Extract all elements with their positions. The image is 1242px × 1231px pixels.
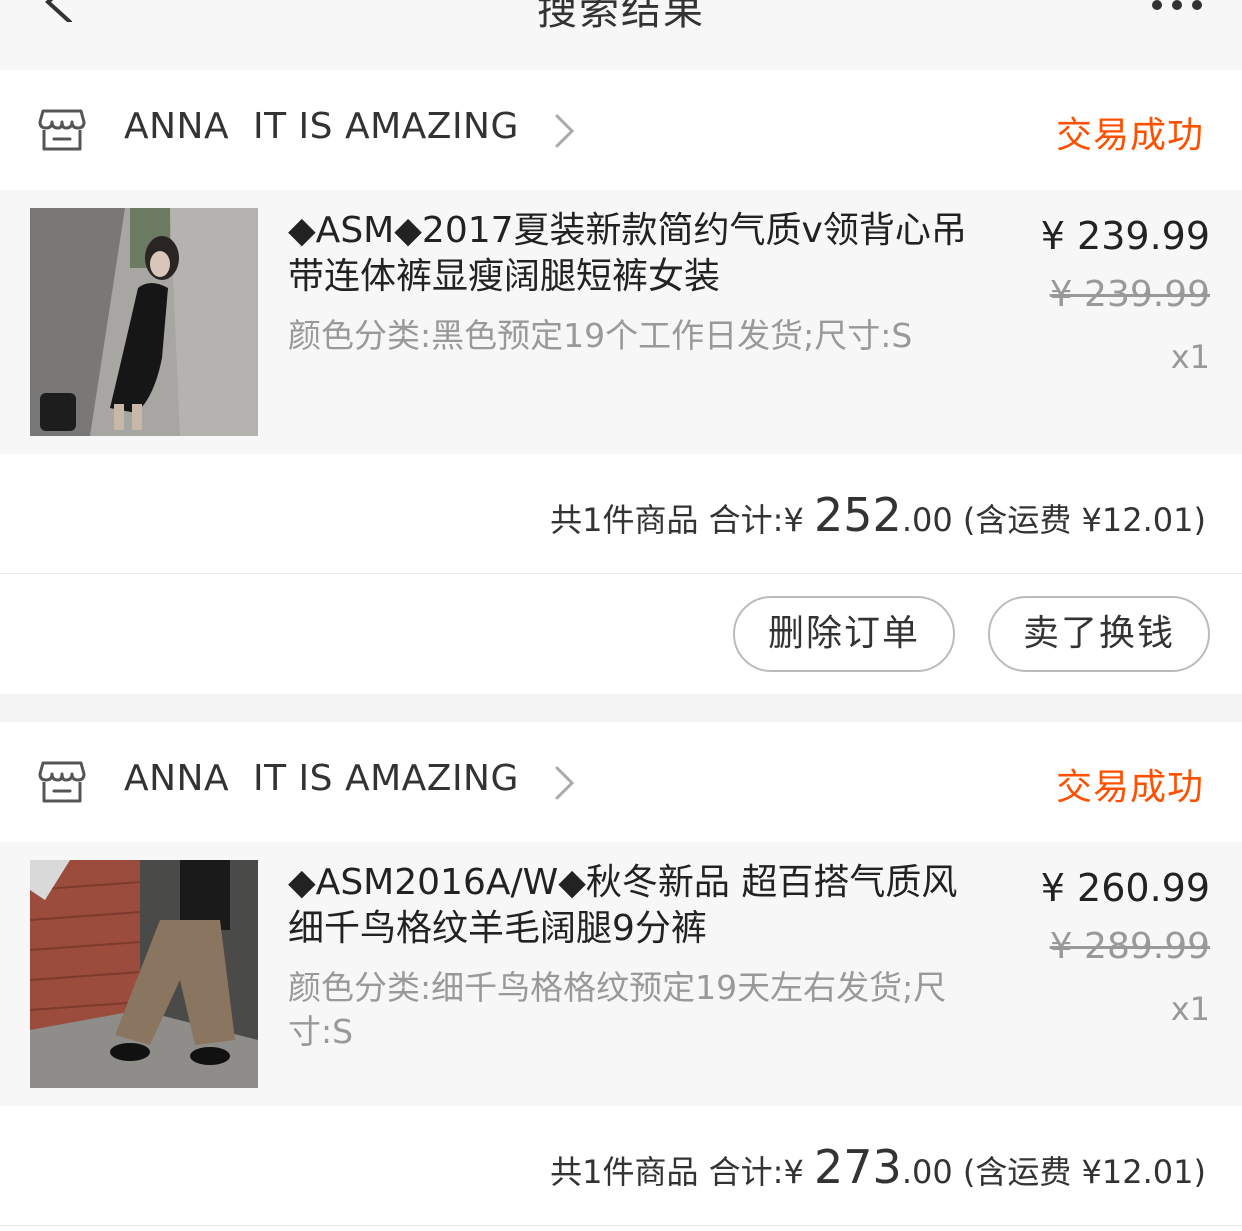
item-count: 共1件商品 [550,1153,699,1191]
order-status: 交易成功 [1055,767,1204,808]
order-total-row: 共1件商品 合计:¥ 252.00 (含运费 ¥12.01) [0,454,1242,574]
product-quantity: x1 [1170,338,1210,376]
more-dots-icon[interactable] [1150,0,1204,14]
shop-name[interactable]: ANNA IT IS AMAZING [124,758,519,799]
product-image[interactable] [30,208,258,436]
order-card: ANNA IT IS AMAZING 交易成功 ◆ASM2016A/W◆秋冬新品… [0,722,1242,1231]
total-amount: 273 [814,1140,902,1194]
item-count: 共1件商品 [550,501,699,539]
chevron-right-icon[interactable] [552,766,578,800]
nav-header: 搜索结果 [0,0,1242,70]
order-item[interactable]: ◆ASM2016A/W◆秋冬新品 超百搭气质风 细千鸟格纹羊毛阔腿9分裤 颜色分… [0,842,1242,1106]
product-price: ¥ 260.99 [1040,866,1210,910]
product-sku: 颜色分类:细千鸟格格纹预定19天左右发货;尺寸:S [288,968,947,1051]
total-label: 合计: [708,1153,784,1191]
product-title: ◆ASM◆2017夏装新款简约气质v领背心吊带连体裤显瘦阔腿短裤女装 [288,210,967,297]
product-quantity: x1 [1170,990,1210,1028]
product-original-price: ¥ 289.99 [1049,926,1210,967]
total-amount: 252 [814,488,902,542]
product-price: ¥ 239.99 [1040,214,1210,258]
sell-item-button[interactable]: 卖了换钱 [988,596,1210,672]
shop-name[interactable]: ANNA IT IS AMAZING [124,106,519,147]
product-sku: 颜色分类:黑色预定19个工作日发货;尺寸:S [288,316,913,355]
shop-row[interactable]: ANNA IT IS AMAZING 交易成功 [0,70,1242,190]
order-total: 共1件商品 合计:¥ 252.00 (含运费 ¥12.01) [550,488,1206,542]
order-total: 共1件商品 合计:¥ 273.00 (含运费 ¥12.01) [550,1140,1206,1194]
shipping-fee: (含运费 ¥12.01) [962,501,1206,539]
shop-row[interactable]: ANNA IT IS AMAZING 交易成功 [0,722,1242,842]
order-card: ANNA IT IS AMAZING 交易成功 ◆ASM◆2017夏装新款简约气… [0,70,1242,694]
total-decimals: .00 [901,501,953,539]
chevron-right-icon[interactable] [552,114,578,148]
total-label: 合计: [708,501,784,539]
shop-icon [38,761,86,803]
shop-icon [38,109,86,151]
total-decimals: .00 [901,1153,953,1191]
product-original-price: ¥ 239.99 [1049,274,1210,315]
order-item[interactable]: ◆ASM◆2017夏装新款简约气质v领背心吊带连体裤显瘦阔腿短裤女装 颜色分类:… [0,190,1242,454]
page-title: 搜索结果 [537,0,705,34]
currency-symbol: ¥ [783,1153,804,1191]
delete-order-button[interactable]: 删除订单 [733,596,955,672]
currency-symbol: ¥ [783,501,804,539]
product-image[interactable] [30,860,258,1088]
order-status: 交易成功 [1055,115,1204,156]
product-title: ◆ASM2016A/W◆秋冬新品 超百搭气质风 细千鸟格纹羊毛阔腿9分裤 [288,862,958,949]
shipping-fee: (含运费 ¥12.01) [962,1153,1206,1191]
order-actions: 删除订单 卖了换钱 [0,574,1242,694]
order-total-row: 共1件商品 合计:¥ 273.00 (含运费 ¥12.01) [0,1106,1242,1226]
